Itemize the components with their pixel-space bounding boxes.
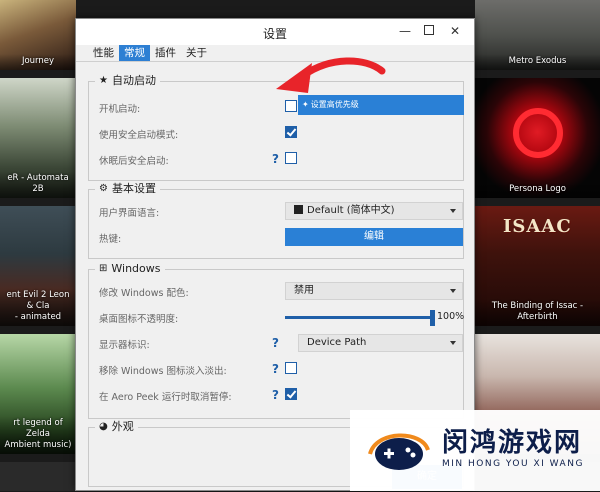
maximize-button[interactable] — [418, 22, 440, 40]
edit-hotkey-button[interactable]: 编辑 — [285, 228, 463, 246]
hotkey-label: 热键: — [99, 234, 122, 245]
pin-icon: ✦ — [302, 100, 309, 109]
row-monitor-id: 显示器标识: ? Device Path — [99, 334, 463, 354]
aero-peek-label: 在 Aero Peek 运行时取消暂停: — [99, 392, 232, 403]
checkmark-icon — [286, 388, 297, 399]
windows-color-value: 禁用 — [294, 285, 314, 296]
safe-start-label: 使用安全启动模式: — [99, 130, 179, 141]
wallpaper-tile-journey[interactable]: Journey — [0, 0, 76, 70]
row-language: 用户界面语言: Default (简体中文) — [99, 202, 463, 222]
windows-color-select[interactable]: 禁用 — [285, 282, 463, 300]
tab-plugins[interactable]: 插件 — [150, 45, 181, 62]
tab-divider — [76, 61, 474, 62]
chevron-down-icon — [450, 341, 456, 345]
tab-performance[interactable]: 性能 — [88, 45, 119, 62]
monitor-id-label: 显示器标识: — [99, 340, 150, 351]
minimize-button[interactable]: — — [394, 22, 416, 40]
icon-opacity-slider[interactable] — [285, 310, 435, 326]
tab-about[interactable]: 关于 — [181, 45, 212, 62]
row-safe-start-after-sleep: 休眠后安全启动: ? — [99, 150, 459, 170]
row-aero-peek: 在 Aero Peek 运行时取消暂停: ? — [99, 386, 459, 406]
windows-color-label: 修改 Windows 配色: — [99, 288, 189, 299]
isaac-logo-text: ISAAC — [503, 216, 572, 237]
slider-fill — [285, 316, 435, 319]
row-start-on-boot: 开机启动: ✦ 设置高优先级 — [99, 95, 464, 118]
start-on-boot-checkbox[interactable] — [285, 100, 297, 112]
wallpaper-title: Persona Logo — [475, 182, 600, 198]
row-remove-fade: 移除 Windows 图标淡入淡出: ? — [99, 360, 459, 380]
palette-icon: ◕ — [99, 421, 108, 432]
group-title: ★ 自动启动 — [95, 74, 160, 88]
wallpaper-tile-zelda[interactable]: rt legend of Zelda Ambient music) — [0, 334, 76, 454]
row-safe-start: 使用安全启动模式: — [99, 124, 459, 144]
wallpaper-tile-isaac[interactable]: ISAAC The Binding of Issac - Afterbirth — [475, 206, 600, 326]
star-icon: ★ — [99, 75, 108, 86]
high-priority-button[interactable]: ✦ 设置高优先级 — [298, 95, 464, 115]
checkmark-icon — [286, 126, 297, 137]
watermark-title: 闵鸿游戏网 — [442, 428, 583, 458]
help-icon[interactable]: ? — [272, 152, 279, 166]
group-title: ⚙ 基本设置 — [95, 182, 160, 196]
help-icon[interactable]: ? — [272, 362, 279, 376]
icon-opacity-label: 桌面图标不透明度: — [99, 314, 179, 325]
gamepad-logo-icon — [368, 433, 430, 470]
monitor-id-value: Device Path — [307, 337, 367, 348]
wallpaper-tile-automata[interactable]: eR - Automata 2B — [0, 78, 76, 198]
language-icon — [294, 205, 303, 214]
monitor-id-select[interactable]: Device Path — [298, 334, 463, 352]
group-windows: ⊞ Windows 修改 Windows 配色: 禁用 桌面图标不透明度: 10… — [88, 262, 464, 419]
slider-thumb[interactable] — [430, 310, 435, 326]
windows-icon: ⊞ — [99, 263, 108, 274]
remove-fade-checkbox[interactable] — [285, 362, 297, 374]
wallpaper-title: ent Evil 2 Leon & Cla - animated — [0, 288, 76, 326]
start-on-boot-label: 开机启动: — [99, 104, 141, 115]
aero-peek-checkbox[interactable] — [285, 388, 297, 400]
wallpaper-title: Metro Exodus — [475, 54, 600, 70]
group-title-text: 外观 — [111, 420, 134, 433]
group-title-text: Windows — [111, 262, 161, 275]
tab-general[interactable]: 常规 — [119, 45, 150, 62]
language-value: Default (简体中文) — [307, 205, 395, 216]
group-title: ⊞ Windows — [95, 262, 165, 276]
language-label: 用户界面语言: — [99, 208, 160, 219]
group-autostart: ★ 自动启动 开机启动: ✦ 设置高优先级 使用安全启动模式: 休眠后安全启动: … — [88, 74, 464, 181]
wallpaper-title: The Binding of Issac - Afterbirth — [475, 299, 600, 326]
chevron-down-icon — [450, 289, 456, 293]
tab-bar: 性能 常规 插件 关于 — [88, 45, 212, 62]
icon-opacity-value: 100% — [437, 311, 464, 322]
watermark: 闵鸿游戏网 MIN HONG YOU XI WANG — [350, 410, 600, 491]
wallpaper-tile-re2[interactable]: ent Evil 2 Leon & Cla - animated — [0, 206, 76, 326]
safe-start-after-sleep-label: 休眠后安全启动: — [99, 156, 169, 167]
wallpaper-tile-persona[interactable]: Persona Logo — [475, 78, 600, 198]
watermark-subtitle: MIN HONG YOU XI WANG — [442, 459, 584, 469]
group-title: ◕ 外观 — [95, 420, 138, 434]
wallpaper-title: eR - Automata 2B — [0, 171, 76, 198]
row-icon-opacity: 桌面图标不透明度: 100% — [99, 308, 464, 328]
row-windows-color: 修改 Windows 配色: 禁用 — [99, 282, 463, 302]
wallpaper-tile-metro[interactable]: Metro Exodus — [475, 0, 600, 70]
gear-icon: ⚙ — [99, 183, 108, 194]
persona-logo-icon — [513, 108, 563, 158]
row-hotkey: 热键: 编辑 — [99, 228, 463, 248]
maximize-icon — [424, 25, 434, 35]
language-select[interactable]: Default (简体中文) — [285, 202, 463, 220]
group-basic: ⚙ 基本设置 用户界面语言: Default (简体中文) 热键: 编辑 — [88, 182, 464, 259]
group-title-text: 基本设置 — [111, 182, 156, 195]
chevron-down-icon — [450, 209, 456, 213]
safe-start-after-sleep-checkbox[interactable] — [285, 152, 297, 164]
wallpaper-title: rt legend of Zelda Ambient music) — [0, 416, 76, 454]
remove-fade-label: 移除 Windows 图标淡入淡出: — [99, 366, 227, 377]
help-icon[interactable]: ? — [272, 388, 279, 402]
safe-start-checkbox[interactable] — [285, 126, 297, 138]
high-priority-label: 设置高优先级 — [310, 100, 359, 109]
title-bar[interactable]: 设置 — ✕ — [76, 19, 474, 45]
close-button[interactable]: ✕ — [444, 22, 466, 40]
wallpaper-title: Journey — [0, 54, 76, 70]
group-title-text: 自动启动 — [111, 74, 156, 87]
help-icon[interactable]: ? — [272, 336, 279, 350]
